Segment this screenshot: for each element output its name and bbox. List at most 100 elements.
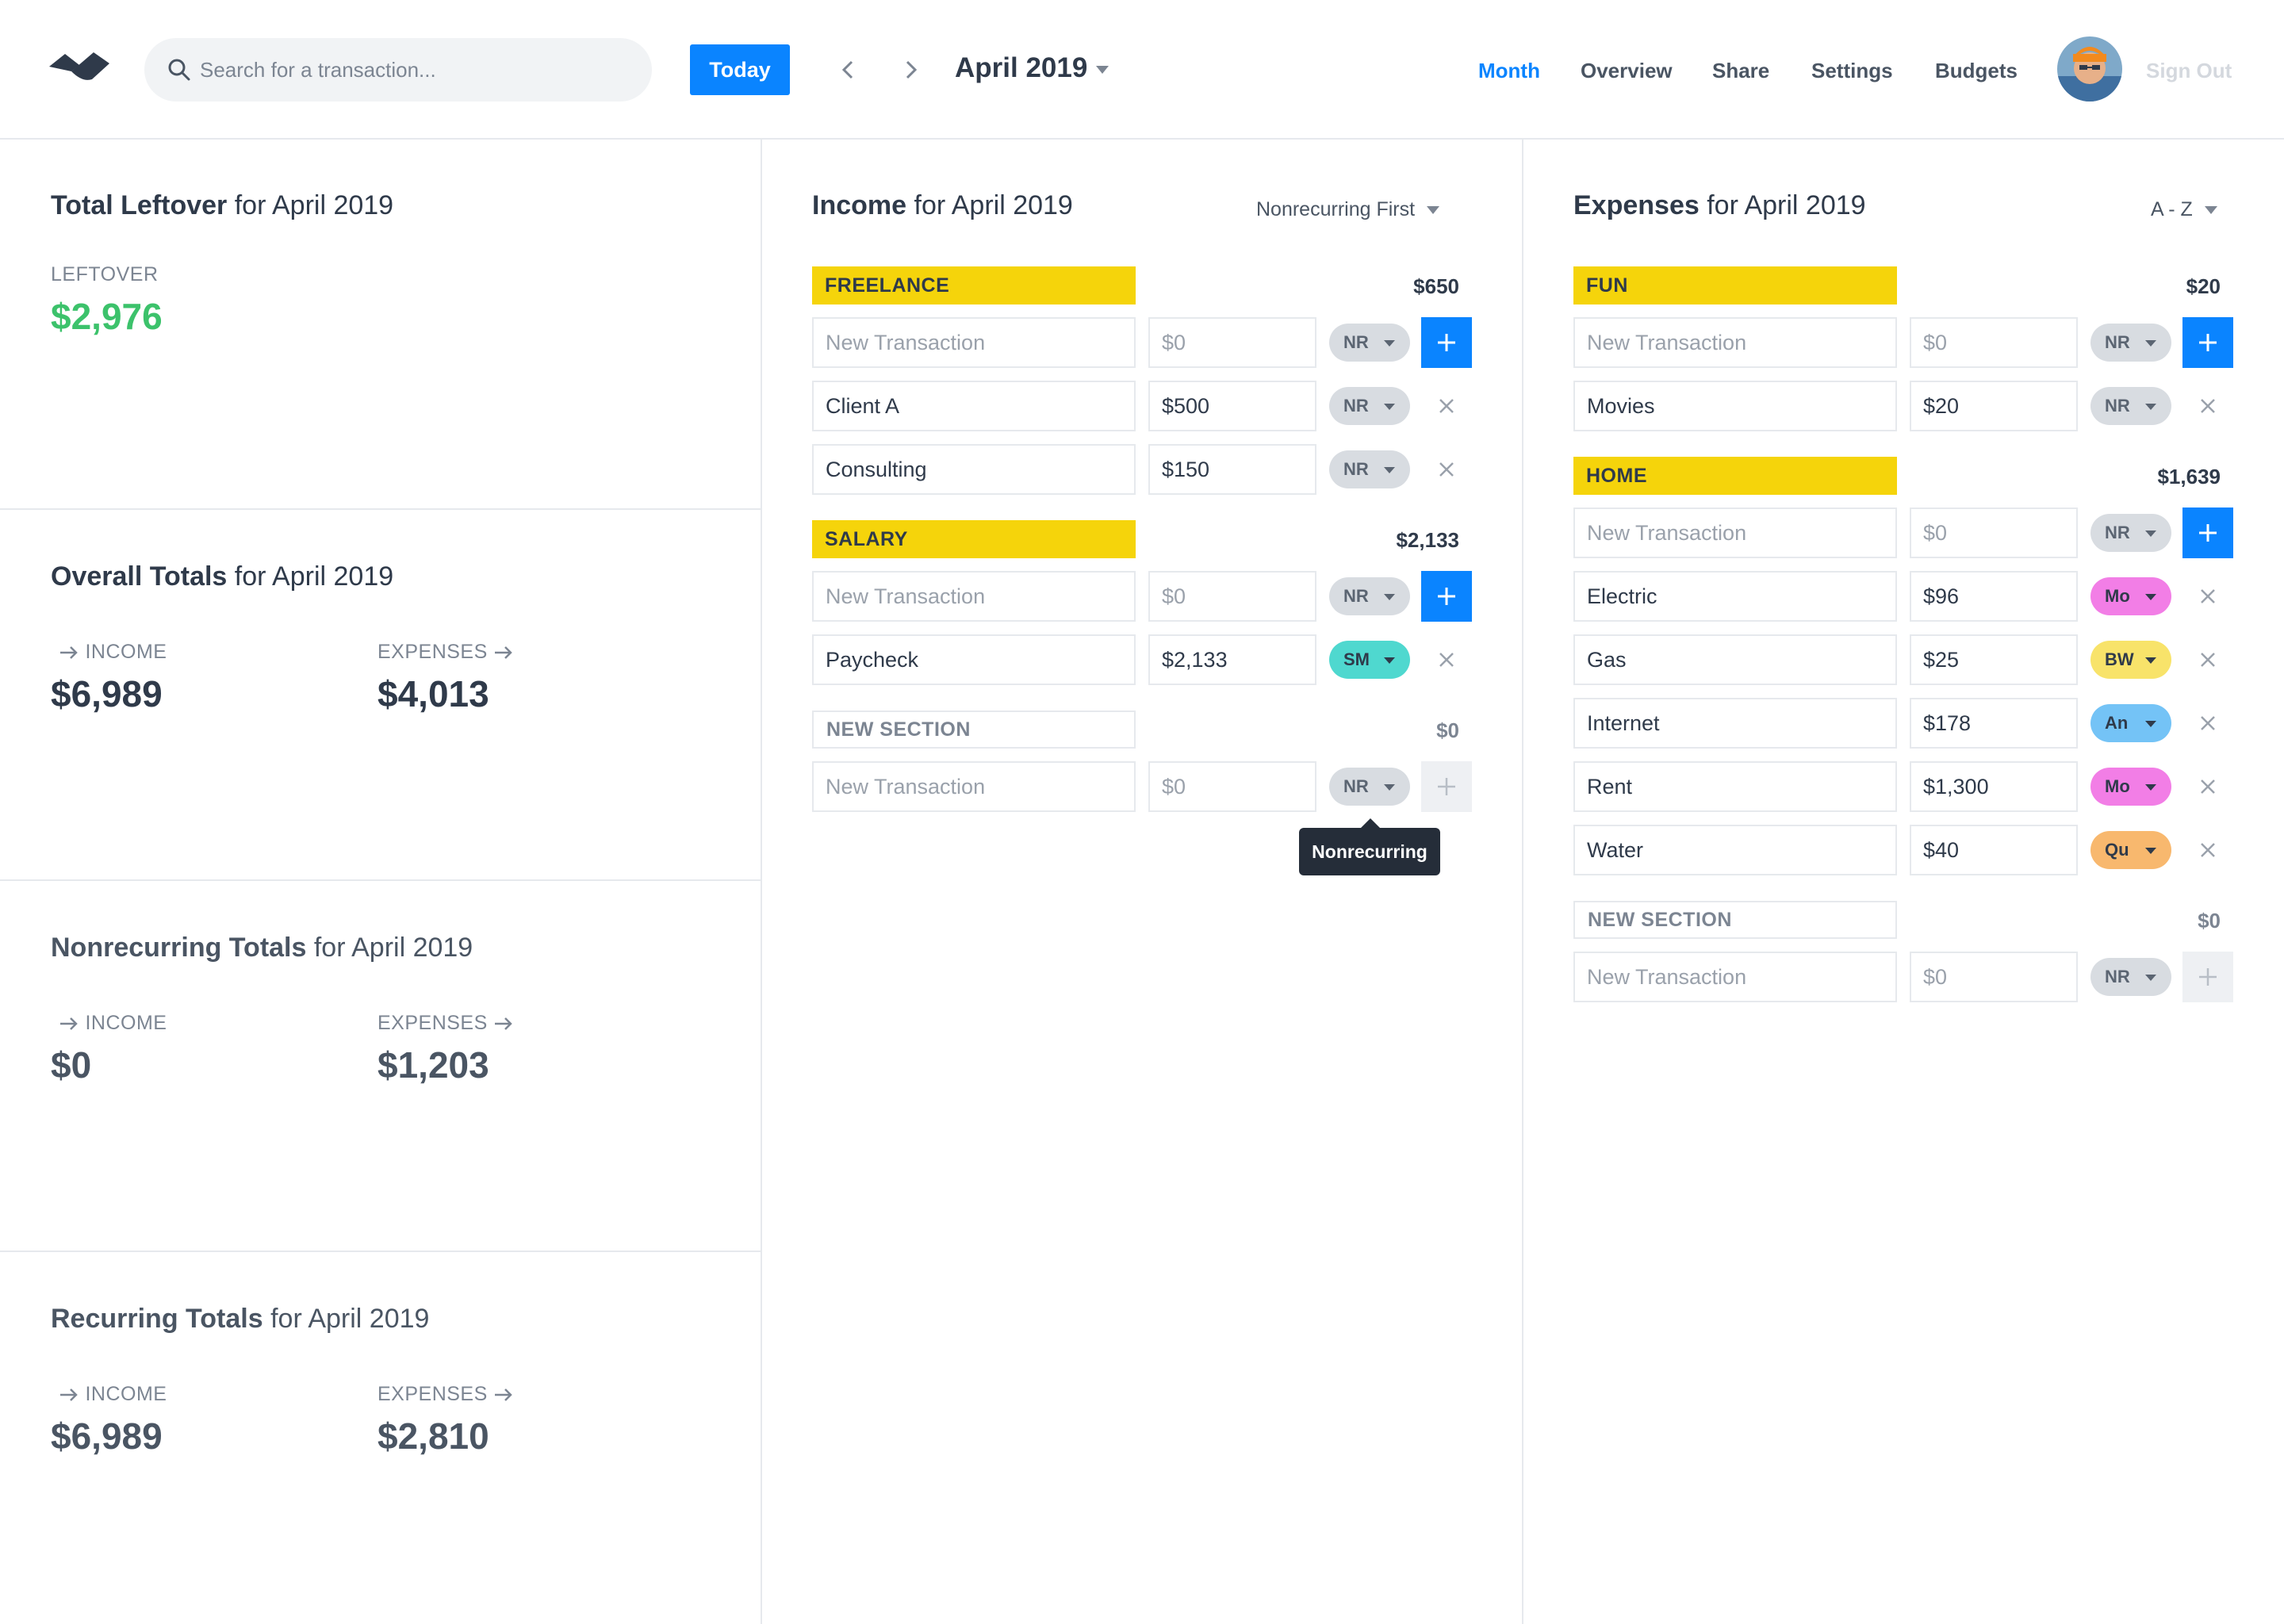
transaction-name[interactable]: Paycheck — [812, 634, 1136, 685]
recurrence-select[interactable]: NR — [2090, 958, 2171, 996]
leftover-label: LEFTOVER — [51, 263, 159, 285]
transaction-amount[interactable]: $40 — [1910, 825, 2078, 875]
transaction-amount[interactable]: $1,300 — [1910, 761, 2078, 812]
add-transaction-button[interactable] — [1421, 317, 1472, 368]
recurring-income-label: INCOME — [59, 1383, 167, 1406]
add-transaction-button[interactable] — [2182, 317, 2233, 368]
transaction-amount[interactable]: $2,133 — [1148, 634, 1316, 685]
column-divider — [761, 140, 762, 1624]
add-transaction-button[interactable] — [1421, 761, 1472, 812]
section-header-fun[interactable]: FUN — [1573, 266, 1897, 304]
arrow-right-icon — [60, 646, 78, 660]
recurrence-select[interactable]: NR — [1329, 324, 1410, 362]
delete-transaction-button[interactable] — [1431, 390, 1462, 422]
delete-transaction-button[interactable] — [2192, 771, 2224, 802]
chevron-left-icon[interactable] — [833, 54, 864, 86]
app-logo-icon[interactable] — [48, 48, 111, 84]
sign-out-link[interactable]: Sign Out — [2146, 59, 2232, 83]
search-icon — [168, 59, 190, 81]
income-title: Income for April 2019 — [812, 190, 1073, 220]
amount-input[interactable]: $0 — [1148, 761, 1316, 812]
delete-transaction-button[interactable] — [2192, 834, 2224, 866]
new-transaction-input[interactable]: New Transaction — [1573, 508, 1897, 558]
amount-input[interactable]: $0 — [1910, 508, 2078, 558]
recurrence-select[interactable]: Mo — [2090, 577, 2171, 615]
expenses-sort-dropdown[interactable]: A - Z — [2151, 198, 2218, 221]
new-transaction-input[interactable]: New Transaction — [812, 571, 1136, 622]
transaction-name[interactable]: Internet — [1573, 698, 1897, 749]
nav-month[interactable]: Month — [1478, 59, 1540, 83]
add-transaction-button[interactable] — [2182, 508, 2233, 558]
transaction-name[interactable]: Electric — [1573, 571, 1897, 622]
new-transaction-input[interactable]: New Transaction — [1573, 317, 1897, 368]
caret-down-icon — [1427, 206, 1440, 215]
recurrence-select[interactable]: NR — [1329, 450, 1410, 488]
section-total: $650 — [1413, 274, 1459, 298]
transaction-name[interactable]: Gas — [1573, 634, 1897, 685]
recurrence-select[interactable]: NR — [2090, 514, 2171, 552]
delete-transaction-button[interactable] — [2192, 707, 2224, 739]
caret-down-icon — [1384, 594, 1395, 600]
plus-icon — [2199, 334, 2217, 351]
recurrence-select[interactable]: BW — [2090, 641, 2171, 679]
section-header-freelance[interactable]: FREELANCE — [812, 266, 1136, 304]
amount-input[interactable]: $0 — [1910, 952, 2078, 1002]
delete-transaction-button[interactable] — [2192, 390, 2224, 422]
section-header-salary[interactable]: SALARY — [812, 520, 1136, 558]
delete-transaction-button[interactable] — [2192, 580, 2224, 612]
search-box[interactable] — [144, 38, 652, 102]
transaction-name[interactable]: Movies — [1573, 381, 1897, 431]
new-transaction-input[interactable]: New Transaction — [812, 761, 1136, 812]
transaction-name[interactable]: Water — [1573, 825, 1897, 875]
recurrence-select[interactable]: SM — [1329, 641, 1410, 679]
transaction-amount[interactable]: $500 — [1148, 381, 1316, 431]
delete-transaction-button[interactable] — [2192, 644, 2224, 676]
chevron-right-icon[interactable] — [895, 54, 926, 86]
amount-input[interactable]: $0 — [1148, 571, 1316, 622]
add-transaction-button[interactable] — [1421, 571, 1472, 622]
new-transaction-input[interactable]: New Transaction — [812, 317, 1136, 368]
today-button[interactable]: Today — [690, 44, 790, 95]
nav-share[interactable]: Share — [1712, 59, 1769, 83]
transaction-amount[interactable]: $150 — [1148, 444, 1316, 495]
new-transaction-input[interactable]: New Transaction — [1573, 952, 1897, 1002]
leftover-value: $2,976 — [51, 296, 163, 337]
month-title[interactable]: April 2019 — [955, 52, 1087, 84]
leftover-title: Total Leftover for April 2019 — [51, 190, 394, 220]
transaction-name[interactable]: Client A — [812, 381, 1136, 431]
transaction-amount[interactable]: $178 — [1910, 698, 2078, 749]
recurrence-select[interactable]: Qu — [2090, 831, 2171, 869]
transaction-amount[interactable]: $25 — [1910, 634, 2078, 685]
recurring-title: Recurring Totals for April 2019 — [51, 1304, 430, 1334]
recurrence-select[interactable]: NR — [2090, 387, 2171, 425]
transaction-name[interactable]: Consulting — [812, 444, 1136, 495]
search-input[interactable] — [200, 38, 628, 102]
transaction-amount[interactable]: $20 — [1910, 381, 2078, 431]
income-sort-dropdown[interactable]: Nonrecurring First — [1256, 198, 1440, 221]
recurrence-select[interactable]: An — [2090, 704, 2171, 742]
expenses-title: Expenses for April 2019 — [1573, 190, 1866, 220]
transaction-name[interactable]: Rent — [1573, 761, 1897, 812]
transaction-amount[interactable]: $96 — [1910, 571, 2078, 622]
section-header-home[interactable]: HOME — [1573, 457, 1897, 495]
new-section-input[interactable]: NEW SECTION — [1573, 901, 1897, 939]
new-section-input[interactable]: NEW SECTION — [812, 710, 1136, 749]
delete-transaction-button[interactable] — [1431, 644, 1462, 676]
caret-down-icon[interactable] — [1094, 65, 1110, 75]
recurrence-select[interactable]: Mo — [2090, 768, 2171, 806]
caret-down-icon — [2145, 784, 2156, 791]
recurrence-select[interactable]: NR — [1329, 387, 1410, 425]
user-avatar[interactable] — [2057, 36, 2122, 102]
amount-input[interactable]: $0 — [1148, 317, 1316, 368]
nav-settings[interactable]: Settings — [1811, 59, 1893, 83]
recurrence-select[interactable]: NR — [1329, 768, 1410, 806]
caret-down-icon — [1384, 784, 1395, 791]
recurrence-select[interactable]: NR — [2090, 324, 2171, 362]
amount-input[interactable]: $0 — [1910, 317, 2078, 368]
nav-budgets[interactable]: Budgets — [1935, 59, 2018, 83]
close-icon — [2201, 843, 2215, 857]
add-transaction-button[interactable] — [2182, 952, 2233, 1002]
delete-transaction-button[interactable] — [1431, 454, 1462, 485]
recurrence-select[interactable]: NR — [1329, 577, 1410, 615]
nav-overview[interactable]: Overview — [1581, 59, 1673, 83]
